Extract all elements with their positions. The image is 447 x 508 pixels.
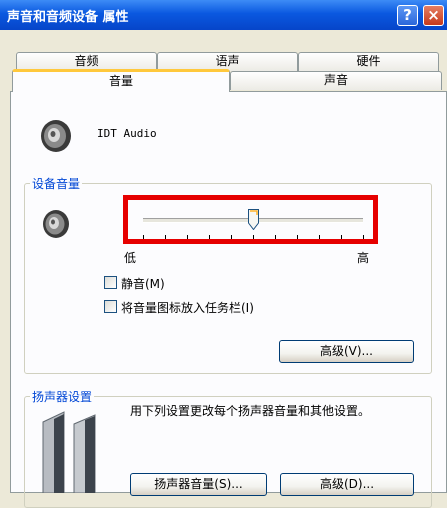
- volume-speaker-icon: [43, 210, 69, 238]
- slider-high-label: 高: [357, 251, 370, 265]
- speaker-settings-description: 用下列设置更改每个扬声器音量和其他设置。: [130, 404, 371, 418]
- tray-icon-checkbox[interactable]: [104, 300, 117, 313]
- slider-low-label: 低: [124, 251, 137, 265]
- help-button[interactable]: ?: [397, 5, 418, 26]
- slider-highlight-box: [123, 195, 378, 244]
- close-button[interactable]: ×: [423, 5, 444, 26]
- speaker-icon: [41, 120, 71, 152]
- tab-volume[interactable]: 音量: [12, 69, 230, 92]
- mute-label[interactable]: 静音(M): [121, 275, 165, 292]
- tab-sounds[interactable]: 声音: [230, 71, 442, 90]
- speakers-icon: [42, 411, 96, 493]
- tray-icon-label[interactable]: 将音量图标放入任务栏(I): [121, 299, 254, 316]
- device-name: IDT Audio: [97, 127, 157, 140]
- device-volume-legend: 设备音量: [30, 175, 83, 192]
- volume-advanced-button[interactable]: 高级(V)...: [279, 340, 414, 363]
- title-bar: 声音和音频设备 属性 ? ×: [0, 0, 447, 30]
- mute-checkbox[interactable]: [104, 276, 117, 289]
- window-title: 声音和音频设备 属性: [7, 10, 129, 25]
- speaker-settings-legend: 扬声器设置: [30, 388, 95, 405]
- tab-hardware[interactable]: 硬件: [298, 52, 439, 71]
